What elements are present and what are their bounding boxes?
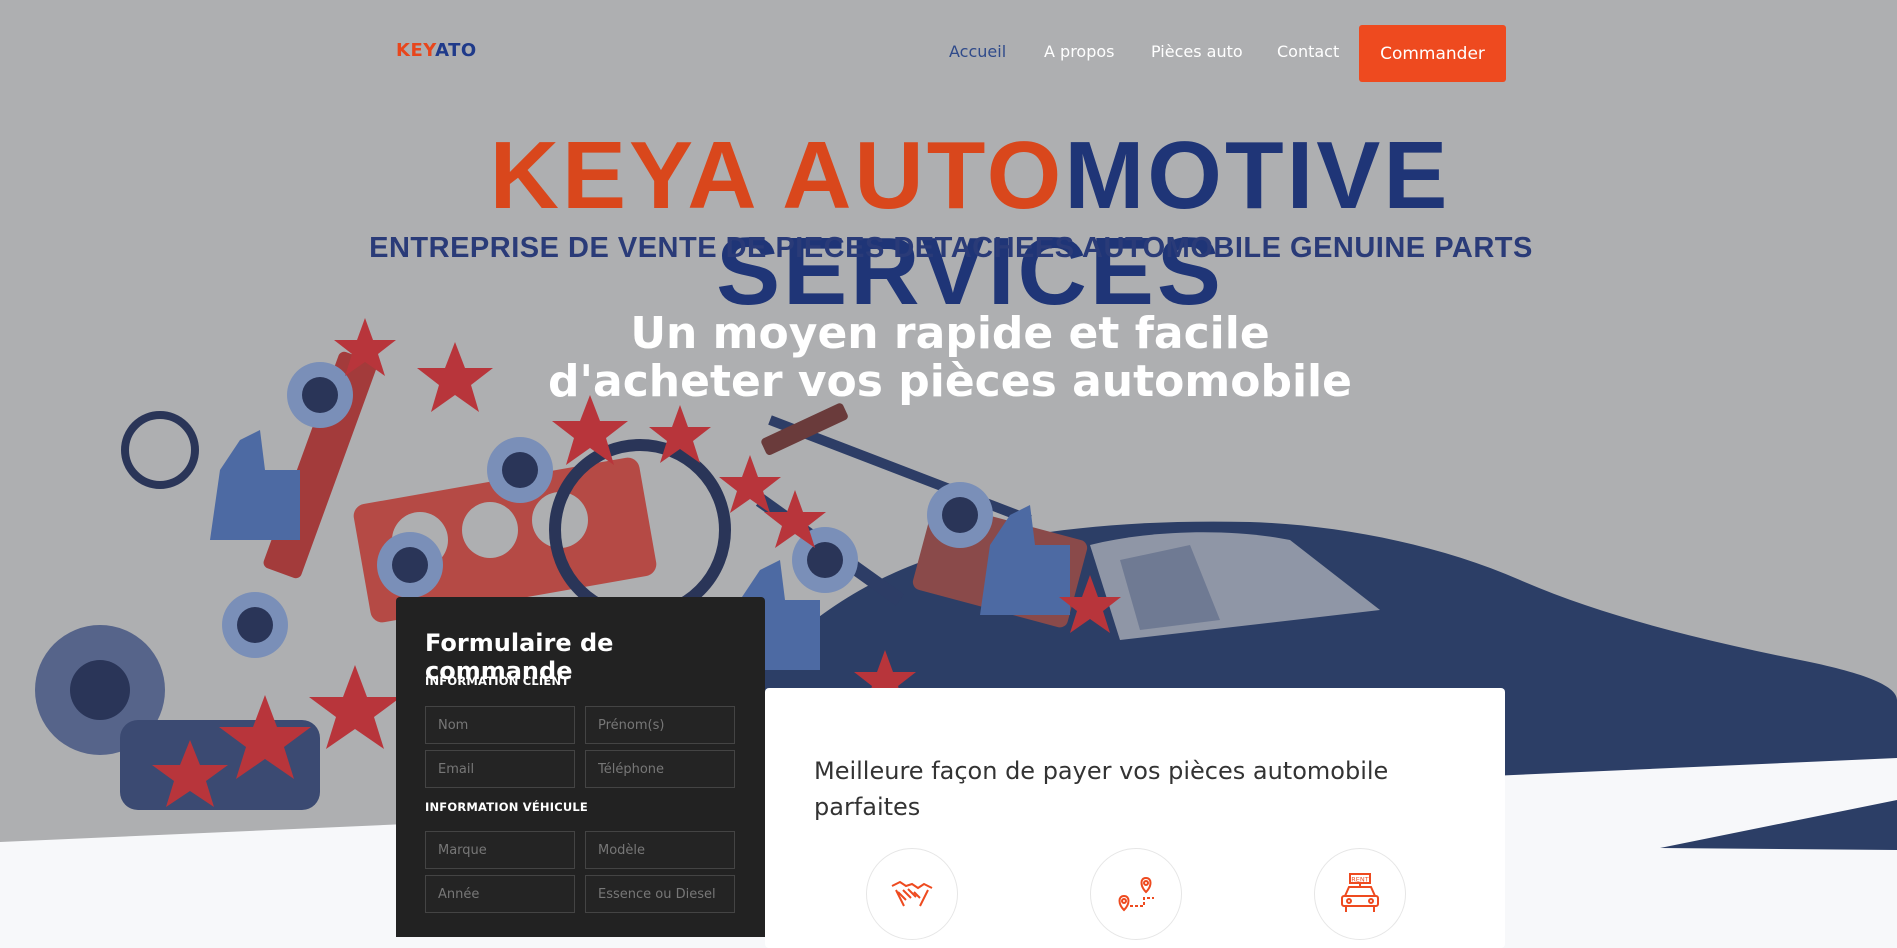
email-field[interactable]: [425, 750, 575, 788]
route-pin-icon: [1090, 848, 1182, 940]
nav-pieces-auto[interactable]: Pièces auto: [1151, 42, 1243, 61]
hero-tagline: Un moyen rapide et facile d'acheter vos …: [450, 310, 1450, 406]
nav-a-propos[interactable]: A propos: [1044, 42, 1114, 61]
card-title: Meilleure façon de payer vos pièces auto…: [814, 757, 1389, 821]
modele-field[interactable]: [585, 831, 735, 869]
handshake-icon: [866, 848, 958, 940]
commander-button[interactable]: Commander: [1359, 25, 1506, 82]
payment-card: Meilleure façon de payer vos pièces auto…: [765, 688, 1505, 948]
brand-title-part1: KEYA AUTO: [489, 122, 1065, 229]
nav-contact[interactable]: Contact: [1277, 42, 1339, 61]
nav-accueil[interactable]: Accueil: [949, 42, 1006, 61]
site-logo[interactable]: KEYATO: [396, 40, 477, 61]
section-client-label: INFORMATION CLIENT: [425, 674, 570, 688]
logo-part2: ATO: [435, 40, 477, 61]
brand-subtitle: ENTREPRISE DE VENTE DE PIECES DETACHEES …: [369, 232, 1533, 264]
rent-car-icon: RENT: [1314, 848, 1406, 940]
rent-sign-text: RENT: [1351, 876, 1368, 884]
tagline-line1: Un moyen rapide et facile: [630, 308, 1270, 359]
section-vehicle-label: INFORMATION VÉHICULE: [425, 800, 588, 814]
logo-part1: KEY: [396, 40, 436, 61]
prenom-field[interactable]: [585, 706, 735, 744]
carburant-field[interactable]: [585, 875, 735, 913]
nom-field[interactable]: [425, 706, 575, 744]
tagline-line2: d'acheter vos pièces automobile: [548, 356, 1352, 407]
brand-title: KEYA AUTOMOTIVE SERVICES: [270, 128, 1670, 320]
annee-field[interactable]: [425, 875, 575, 913]
marque-field[interactable]: [425, 831, 575, 869]
telephone-field[interactable]: [585, 750, 735, 788]
order-form: Formulaire de commande INFORMATION CLIEN…: [396, 597, 765, 937]
